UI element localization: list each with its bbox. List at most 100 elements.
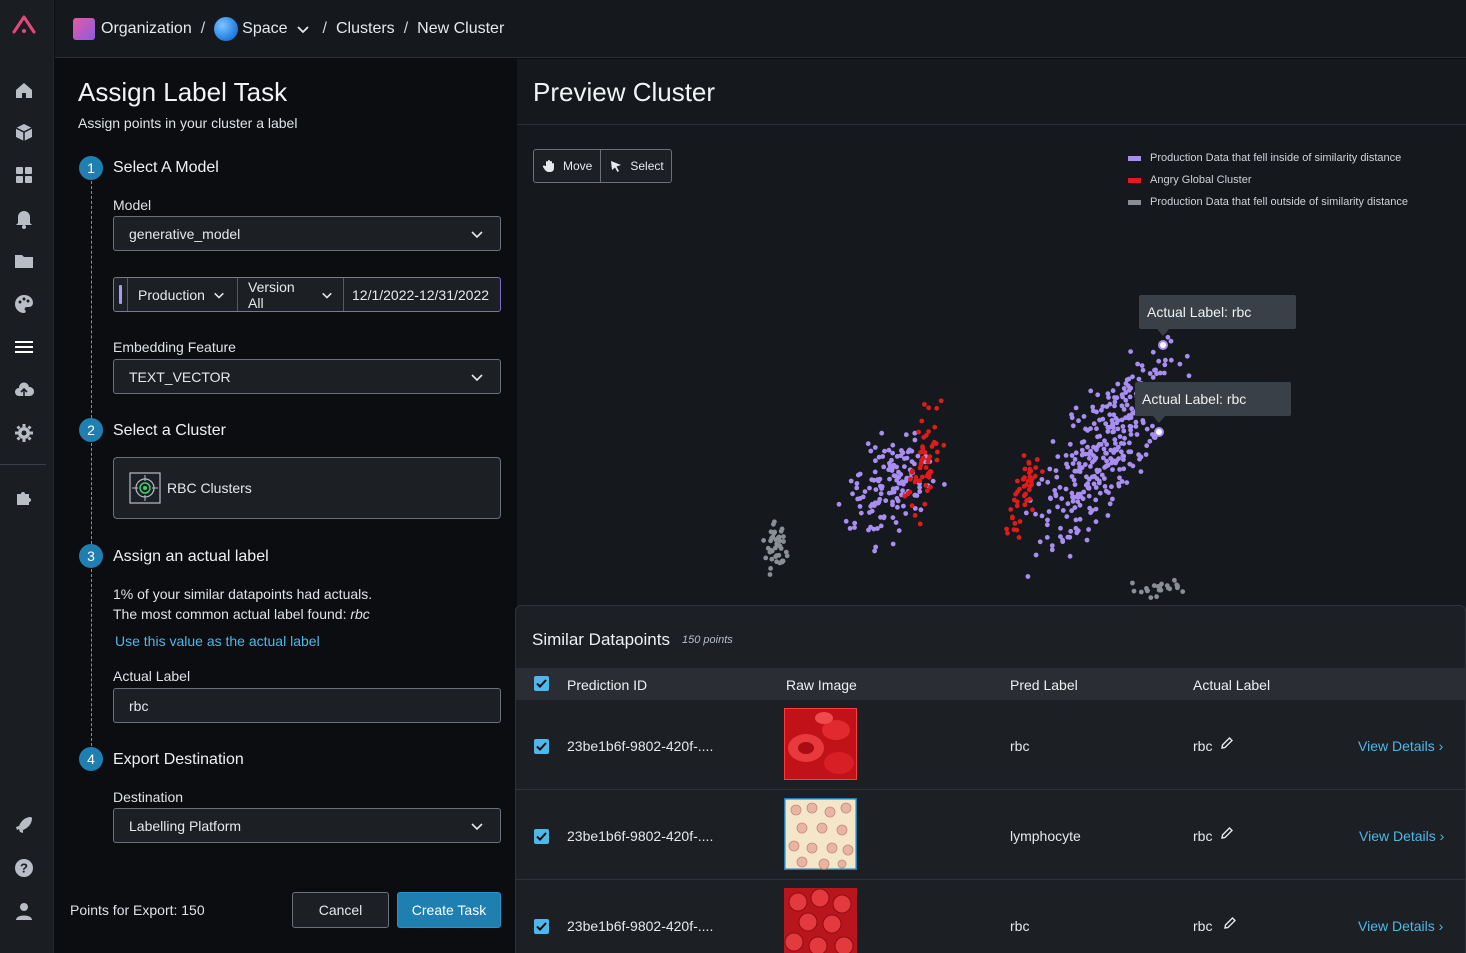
home-icon[interactable] [13,79,35,101]
raw-image-thumbnail[interactable] [784,888,857,953]
edit-pencil-icon[interactable] [1220,736,1234,750]
embedding-feature-select[interactable]: TEXT_VECTOR [113,359,501,394]
palette-icon[interactable] [13,293,35,315]
scatter-point [905,449,911,455]
scatter-point [1107,501,1113,507]
scatter-point [1131,588,1137,594]
highlighted-point[interactable] [1158,340,1168,350]
use-value-link[interactable]: Use this value as the actual label [115,633,320,649]
column-header[interactable]: Prediction ID [567,677,647,693]
environment-color-bar [114,278,128,311]
edit-pencil-icon[interactable] [1220,826,1234,840]
view-details-link[interactable]: View Details › [1358,738,1443,754]
grid-icon[interactable] [13,164,35,186]
scatter-point [1144,426,1150,432]
scatter-point [1147,371,1153,376]
user-icon[interactable] [13,900,35,922]
breadcrumb-clusters[interactable]: Clusters [336,20,395,38]
column-header[interactable]: Raw Image [786,677,857,693]
scatter-point [1025,574,1031,579]
scatter-point [896,528,902,533]
rocket-icon[interactable] [13,814,35,836]
select-all-checkbox[interactable] [534,676,549,691]
edit-pencil-icon[interactable] [1223,916,1237,930]
row-checkbox[interactable] [534,919,549,934]
column-header[interactable]: Actual Label [1193,677,1270,693]
scatter-point [1070,494,1075,500]
chevron-down-icon[interactable] [296,22,310,36]
scatter-point [1033,511,1038,517]
scatter-point [1129,406,1135,412]
scatter-point [901,503,906,509]
scatter-point [1059,496,1065,501]
list-icon[interactable] [13,336,35,358]
table-row[interactable]: 23be1b6f-9802-420f-.... rbc rbc View Det… [516,700,1466,790]
scatter-point [922,449,928,455]
scatter-point [1106,395,1111,400]
cancel-button[interactable]: Cancel [292,892,389,928]
actual-label-input[interactable]: rbc [113,688,501,723]
scatter-point [1148,595,1154,600]
row-checkbox[interactable] [534,739,549,754]
scatter-point [1089,474,1095,480]
scatter-point [1011,497,1017,503]
scatter-point [1122,435,1127,441]
create-task-button[interactable]: Create Task [397,892,501,928]
bell-icon[interactable] [13,207,35,229]
destination-select[interactable]: Labelling Platform [113,808,501,843]
scatter-point [1055,454,1061,459]
scatter-point [1130,463,1136,469]
scatter-point [1161,370,1167,376]
step-connector [91,443,92,544]
breadcrumb-space[interactable]: Space [242,20,287,38]
pred-label: rbc [1010,918,1030,934]
view-details-link[interactable]: View Details › [1359,828,1444,844]
cube-icon[interactable] [13,121,35,143]
scatter-point [1168,357,1174,363]
table-row[interactable]: 23be1b6f-9802-420f-.... lymphocyte rbc V… [516,790,1466,880]
similar-datapoints-card: Similar Datapoints 150 points Prediction… [515,605,1466,953]
scatter-point [1028,479,1034,484]
scatter-point [1102,484,1108,489]
scatter-point [1021,493,1027,499]
cloud-upload-icon[interactable] [13,379,35,401]
version-select[interactable]: Version All [238,278,344,311]
table-row[interactable]: 23be1b6f-9802-420f-.... rbc rbc View Det… [516,880,1466,953]
column-header[interactable]: Pred Label [1010,677,1078,693]
scatter-point [876,454,882,460]
scatter-point [1055,504,1060,510]
folder-icon[interactable] [13,250,35,272]
highlighted-point[interactable] [1154,427,1164,437]
view-details-label: View Details [1358,738,1435,754]
row-checkbox[interactable] [534,829,549,844]
scatter-point [871,526,877,532]
scatter-point [775,535,781,541]
scatter-point [1174,582,1180,588]
raw-image-thumbnail[interactable] [784,798,857,870]
puzzle-icon[interactable] [13,486,35,508]
tooltip-text: Actual Label: rbc [1142,391,1246,407]
help-icon[interactable]: ? [13,857,35,879]
scatter-point [1094,409,1099,415]
scatter-point [916,429,921,435]
scatter-point [1124,402,1130,408]
step-title-select-model: Select A Model [113,159,219,176]
cluster-scatter-plot[interactable]: Actual Label: rbc Actual Label: rbc [517,199,1466,605]
view-details-link[interactable]: View Details › [1358,918,1443,934]
environment-select[interactable]: Production [128,278,238,311]
cluster-card[interactable]: RBC Clusters [113,457,501,519]
select-tool-button[interactable]: Select [601,150,671,182]
scatter-point [862,489,868,494]
raw-image-thumbnail[interactable] [784,708,857,780]
gear-icon[interactable] [13,422,35,444]
breadcrumb-organization[interactable]: Organization [101,20,192,38]
scatter-point [1046,509,1052,514]
scatter-point [1074,530,1080,536]
scatter-point [1134,432,1140,437]
model-select[interactable]: generative_model [113,216,501,251]
date-range-picker[interactable]: 12/1/2022-12/31/2022 [344,278,497,311]
scatter-point [878,523,884,529]
move-tool-button[interactable]: Move [534,150,602,182]
logo-icon[interactable] [11,12,37,38]
common-label-text: The most common actual label found: [113,606,351,622]
